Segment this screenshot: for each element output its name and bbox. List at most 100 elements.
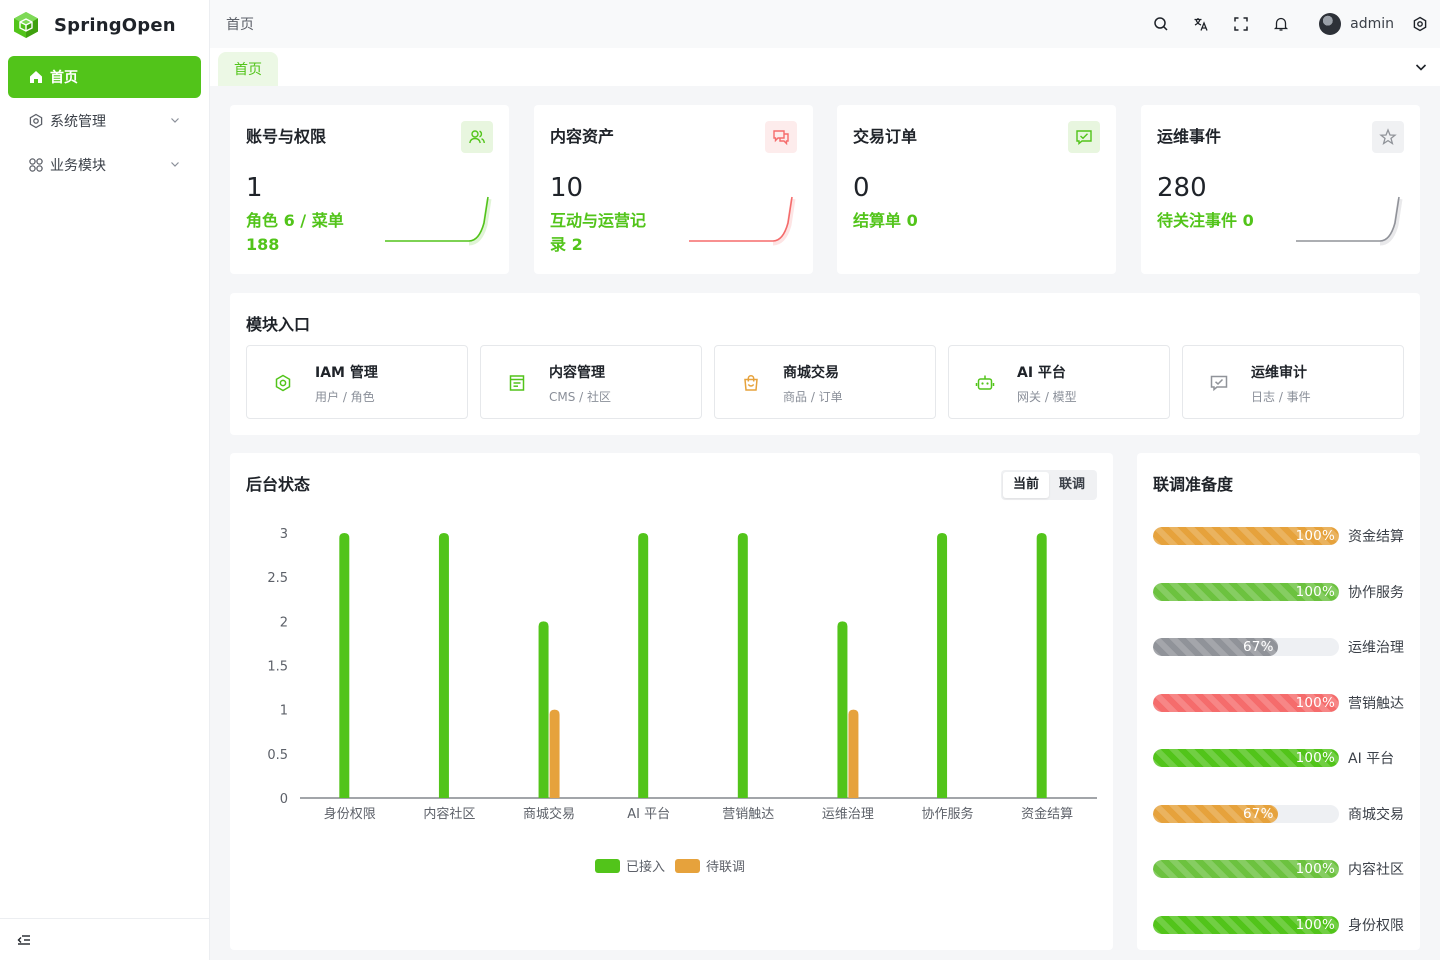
y-tick-label: 0 <box>280 792 288 807</box>
user-menu[interactable]: admin <box>1319 13 1394 35</box>
progress-fill: 100% <box>1153 527 1339 545</box>
module-name: 商城交易 <box>783 365 839 381</box>
sidebar-item-label: 业务模块 <box>50 158 106 174</box>
progress-track: 100% <box>1153 582 1339 601</box>
collapse-sidebar-button[interactable] <box>0 918 209 960</box>
sparkline <box>689 196 796 246</box>
progress-fill: 100% <box>1153 582 1339 601</box>
module-name: IAM 管理 <box>315 365 378 381</box>
progress-fill: 100% <box>1153 749 1339 767</box>
sidebar-item-label: 首页 <box>50 70 78 86</box>
stat-value: 1 <box>246 173 263 203</box>
module-mall[interactable]: 商城交易 商品 / 订单 <box>714 345 936 419</box>
x-tick-label: 内容社区 <box>423 806 475 822</box>
bar-connected <box>638 533 649 798</box>
settings-button[interactable] <box>1400 0 1440 48</box>
sparkline <box>1296 196 1403 246</box>
x-tick-label: 商城交易 <box>523 806 575 822</box>
bar-connected <box>837 621 848 798</box>
legend-swatch <box>595 859 620 873</box>
readiness-label: 资金结算 <box>1348 529 1404 545</box>
language-button[interactable] <box>1181 0 1221 48</box>
readiness-row: 67% 商城交易 <box>1153 803 1407 825</box>
readiness-label: 协作服务 <box>1348 584 1404 601</box>
bar-connected <box>339 533 350 798</box>
stat-title: 账号与权限 <box>246 127 327 146</box>
sidebar-item-home[interactable]: 首页 <box>8 56 201 98</box>
sidebar-item-label: 系统管理 <box>50 114 106 130</box>
readiness-panel: 联调准备度 100% 资金结算 100% 协作服务 67% 运维治理 100% 营销触达 100… <box>1137 453 1420 950</box>
readiness-row: 100% 营销触达 <box>1153 692 1407 714</box>
stat-subtext: 结算单 0 <box>853 211 918 230</box>
tab-home[interactable]: 首页 <box>218 52 278 86</box>
check-message-icon <box>1068 121 1100 153</box>
progress-track: 67% <box>1153 638 1339 656</box>
gear-icon <box>1413 16 1427 32</box>
progress-track: 100% <box>1153 693 1339 712</box>
backend-status-panel: 后台状态 当前 联调 0 0.5 1 1.5 2 2.5 3 身份权限 内容社区 商城交易 AI 平… <box>230 453 1113 950</box>
y-tick-label: 1.5 <box>267 660 288 675</box>
stat-value: 10 <box>550 173 584 203</box>
module-audit[interactable]: 运维审计 日志 / 事件 <box>1182 345 1404 419</box>
app-logo[interactable]: SpringOpen <box>0 0 209 50</box>
breadcrumb[interactable]: 首页 <box>226 14 254 34</box>
module-content[interactable]: 内容管理 CMS / 社区 <box>480 345 702 419</box>
tab-bar: 首页 <box>210 48 1440 86</box>
module-name: 内容管理 <box>549 365 605 381</box>
app-name: SpringOpen <box>54 14 176 36</box>
bar-connected <box>737 533 748 798</box>
section-title: 联调准备度 <box>1153 475 1234 494</box>
legend-label: 已接入 <box>626 859 665 875</box>
users-icon <box>461 121 493 153</box>
progress-fill: 100% <box>1153 693 1339 712</box>
module-ai[interactable]: AI 平台 网关 / 模型 <box>948 345 1170 419</box>
readiness-label: 身份权限 <box>1348 917 1404 934</box>
sidebar-item-system[interactable]: 系统管理 <box>8 100 201 142</box>
x-tick-label: 身份权限 <box>324 806 376 822</box>
y-tick-label: 2.5 <box>267 571 288 586</box>
legend-swatch <box>675 859 700 873</box>
notification-button[interactable] <box>1261 0 1301 48</box>
avatar <box>1319 13 1342 35</box>
x-tick-label: 协作服务 <box>922 806 974 822</box>
module-name: 运维审计 <box>1251 365 1307 381</box>
stat-value: 280 <box>1157 173 1207 203</box>
stat-card-orders: 交易订单 0 结算单 0 <box>837 105 1116 274</box>
progress-track: 100% <box>1153 749 1339 767</box>
robot-icon <box>975 375 995 390</box>
y-tick-label: 0.5 <box>267 748 288 763</box>
tab-menu-button[interactable] <box>1410 56 1432 78</box>
header-actions: admin <box>1141 0 1440 48</box>
readiness-row: 100% 内容社区 <box>1153 858 1407 880</box>
x-tick-label: 资金结算 <box>1021 806 1073 822</box>
module-desc: 商品 / 订单 <box>783 390 843 404</box>
readiness-label: 营销触达 <box>1348 695 1404 712</box>
module-iam[interactable]: IAM 管理 用户 / 角色 <box>246 345 468 419</box>
shopping-bag-icon <box>744 375 758 391</box>
fullscreen-button[interactable] <box>1221 0 1261 48</box>
bell-icon <box>1274 17 1289 31</box>
stat-title: 内容资产 <box>550 127 615 146</box>
progress-fill: 100% <box>1153 915 1339 934</box>
sidebar-item-business[interactable]: 业务模块 <box>8 144 201 186</box>
status-bar-chart: 0 0.5 1 1.5 2 2.5 3 身份权限 内容社区 商城交易 AI 平台 营销触达 运维治理 协作… <box>267 527 1097 875</box>
y-tick-label: 1 <box>280 704 288 719</box>
search-button[interactable] <box>1141 0 1181 48</box>
chevron-down-icon <box>171 162 179 167</box>
menu-fold-icon <box>17 934 30 945</box>
progress-track: 100% <box>1153 527 1339 545</box>
document-icon <box>509 375 525 391</box>
progress-fill: 100% <box>1153 860 1339 878</box>
stat-card-ops: 运维事件 280 待关注事件 0 <box>1141 105 1420 274</box>
bar-connected <box>538 621 549 798</box>
home-icon <box>28 69 44 85</box>
cube-logo-icon <box>14 12 38 38</box>
progress-track: 100% <box>1153 915 1339 934</box>
module-entry-panel: 模块入口 IAM 管理 用户 / 角色 内容管理 CMS / 社区 商城交易 商… <box>230 293 1420 435</box>
y-tick-label: 3 <box>280 527 288 542</box>
readiness-row: 100% 资金结算 <box>1153 525 1407 547</box>
bar-connected <box>1036 533 1047 798</box>
stat-value: 0 <box>853 173 870 203</box>
bar-pending <box>549 709 560 798</box>
module-name: AI 平台 <box>1017 365 1066 381</box>
